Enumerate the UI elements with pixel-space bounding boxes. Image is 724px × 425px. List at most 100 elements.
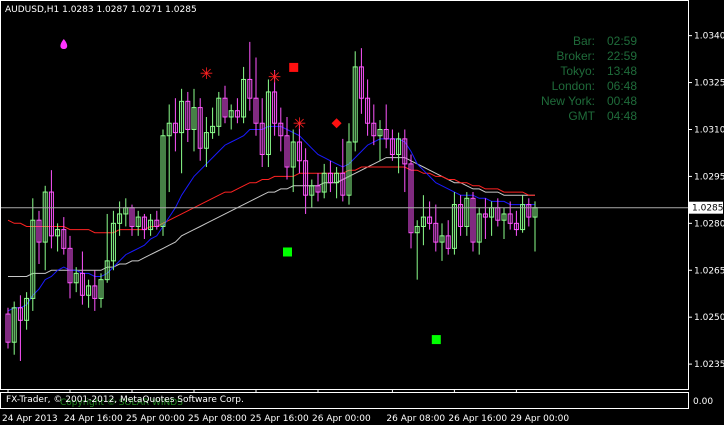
candle <box>513 210 519 236</box>
price-tick-label: 1.0310 <box>694 125 724 135</box>
candle <box>290 129 296 193</box>
symbol-header: AUDUSD,H1 1.0283 1.0287 1.0271 1.0285 <box>5 5 197 15</box>
candle <box>98 273 104 308</box>
candle <box>141 213 147 239</box>
clock-value: 06:48 <box>607 79 637 93</box>
subwindow-value: 0.00 <box>693 397 713 407</box>
time-tick-label: 25 Apr 08:00 <box>188 414 247 424</box>
candle <box>414 220 420 280</box>
candle <box>470 192 476 252</box>
candle <box>334 167 340 199</box>
candle <box>160 129 166 236</box>
clock-panel: Bar: 02:59 Broker: 22:59 Tokyo: 13:48 London: 0… <box>541 34 637 123</box>
time-tick-label: 24 Apr 16:00 <box>64 414 123 424</box>
candle <box>532 201 538 252</box>
price-tick-label: 1.0340 <box>694 32 724 42</box>
candle <box>36 210 42 264</box>
candle <box>383 104 389 149</box>
signal-square-marker <box>283 247 292 257</box>
candle <box>520 195 526 233</box>
clock-label: Bar: <box>573 34 595 48</box>
candle <box>228 104 234 130</box>
candle <box>327 160 333 193</box>
clock-label: GMT <box>568 109 595 123</box>
clock-value: 13:48 <box>607 64 637 78</box>
time-tick-label: 29 Apr 00:00 <box>510 414 569 424</box>
candle <box>526 198 532 227</box>
price-tick-label: 1.0235 <box>694 360 724 370</box>
candle <box>17 295 23 361</box>
candle <box>210 107 216 139</box>
price-tick-label: 1.0250 <box>694 313 724 323</box>
candle <box>402 129 408 193</box>
candle <box>303 148 309 214</box>
price-tick-label: 1.0295 <box>694 172 724 182</box>
candle <box>197 98 203 161</box>
candle <box>340 138 346 202</box>
candle <box>129 204 135 236</box>
candle <box>365 79 371 136</box>
candle <box>123 198 129 227</box>
candle <box>427 201 433 230</box>
time-tick-label: 26 Apr 00:00 <box>312 414 371 424</box>
candle <box>377 120 383 161</box>
candle <box>148 213 154 236</box>
time-tick-label: 26 Apr 08:00 <box>386 414 445 424</box>
price-tick-label: 1.0280 <box>694 219 724 229</box>
candles-layer <box>5 41 538 361</box>
clock-value: 00:48 <box>607 94 637 108</box>
candle <box>166 104 172 193</box>
signal-star-marker: ✳ <box>200 64 213 83</box>
signal-square-marker <box>431 335 441 345</box>
clock-label: London: <box>552 79 595 93</box>
candle <box>352 51 358 152</box>
candle <box>179 88 185 174</box>
candle <box>61 217 67 255</box>
price-tick-label: 1.0265 <box>694 266 724 276</box>
candle <box>42 185 48 271</box>
candle <box>507 201 513 230</box>
candle <box>433 204 439 252</box>
candle <box>253 57 259 136</box>
price-chart[interactable]: ✳ ✳ ✳ 1.0340 1.0325 1.0310 1.0295 1.0280 1.0265… <box>0 0 724 425</box>
candle <box>489 201 495 236</box>
candle <box>67 235 73 299</box>
candle <box>48 170 54 249</box>
candle <box>358 48 364 114</box>
signal-square-marker <box>289 62 299 72</box>
candle <box>458 195 464 236</box>
candle <box>439 223 445 261</box>
candle <box>259 98 265 168</box>
candle <box>482 198 488 239</box>
candle <box>408 154 414 249</box>
candle <box>284 116 290 180</box>
current-price-label: 1.0285 <box>692 204 724 214</box>
candle <box>389 129 395 161</box>
candle <box>346 123 352 205</box>
candle <box>321 163 327 199</box>
candle <box>172 98 178 152</box>
candle <box>86 279 92 308</box>
time-tick-label: 26 Apr 16:00 <box>448 414 507 424</box>
candle <box>371 104 377 146</box>
candle <box>501 207 507 239</box>
candle <box>110 210 116 271</box>
clock-label: Tokyo: <box>560 64 595 78</box>
signal-star-marker: ✳ <box>268 67 281 86</box>
candle <box>265 79 271 168</box>
candle <box>24 292 30 330</box>
time-tick-label: 24 Apr 2013 <box>2 414 58 424</box>
clock-value: 04:48 <box>607 109 637 123</box>
candle <box>247 41 253 111</box>
candle <box>191 88 197 152</box>
signal-markers-layer: ✳ ✳ ✳ <box>60 39 441 345</box>
candle <box>154 210 160 230</box>
candle <box>234 98 240 124</box>
candle <box>55 223 61 252</box>
candle <box>5 307 11 349</box>
candle <box>216 91 222 136</box>
clock-value: 02:59 <box>607 34 637 48</box>
candle <box>451 192 457 255</box>
candle <box>445 220 451 255</box>
candle <box>185 91 191 142</box>
